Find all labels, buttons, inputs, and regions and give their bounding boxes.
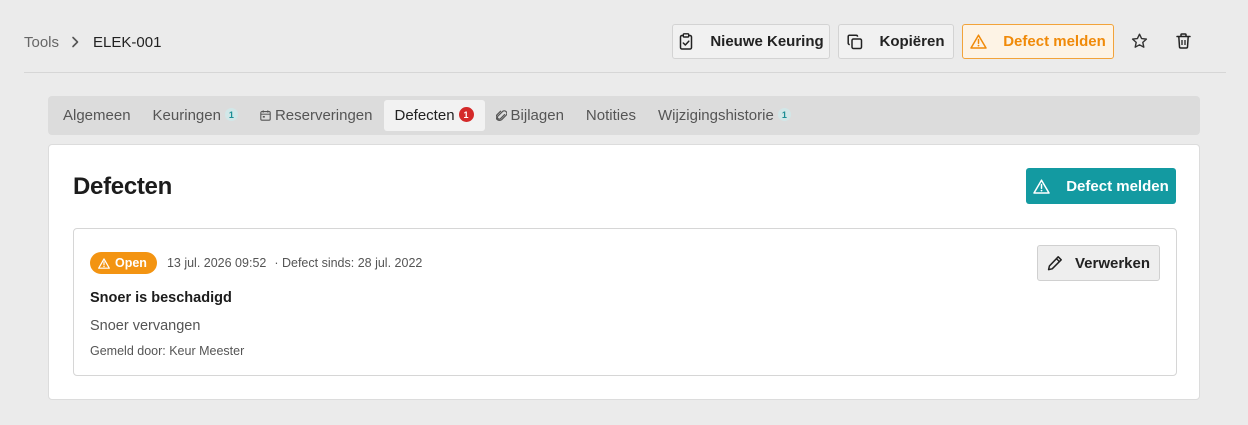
status-label: Open [115,256,147,270]
report-defect-label: Defect melden [1066,177,1169,195]
copy-button[interactable]: Kopiëren [838,24,954,59]
tab-algemeen[interactable]: Algemeen [52,100,142,131]
breadcrumb-current: ELEK-001 [93,33,162,51]
report-defect-button[interactable]: Defect melden [1026,168,1176,204]
tab-defecten[interactable]: Defecten 1 [383,100,485,131]
report-defect-header-label: Defect melden [1003,33,1106,50]
tab-keuringen[interactable]: Keuringen 1 [142,100,249,131]
page-title: Defecten [73,173,172,200]
breadcrumb: Tools ELEK-001 [24,32,161,52]
tab-label: Bijlagen [510,107,564,124]
copy-icon [847,33,863,49]
warning-icon [970,34,987,49]
defect-title: Snoer is beschadigd [90,290,232,306]
status-badge: Open [90,252,157,274]
tab-wijzigingshistorie[interactable]: Wijzigingshistorie 1 [647,100,802,131]
warning-icon [98,257,110,269]
tab-count-badge: 1 [458,107,474,122]
chevron-right-icon [71,36,79,48]
defects-panel: Defecten Defect melden Open 13 jul. 2026… [48,144,1200,400]
defect-since: · Defect sinds: 28 jul. 2022 [274,256,423,270]
favorite-star-icon[interactable] [1130,32,1148,50]
defect-timestamp: 13 jul. 2026 09:52 [166,256,267,270]
tab-bar: Algemeen Keuringen 1 Reserveringen Defec… [48,96,1200,135]
tab-count-badge: 1 [224,108,238,121]
clipboard-check-icon [680,33,693,50]
process-defect-button[interactable]: Verwerken [1037,245,1160,281]
tab-notities[interactable]: Notities [575,100,647,131]
defect-meta: Open 13 jul. 2026 09:52 · Defect sinds: … [90,252,422,274]
process-defect-label: Verwerken [1074,254,1151,272]
defect-reporter: Gemeld door: Keur Meester [90,344,245,358]
calendar-icon [260,110,271,121]
paperclip-icon [495,110,507,122]
warning-icon [1033,178,1050,194]
delete-trash-icon[interactable] [1174,32,1192,50]
new-inspection-button[interactable]: Nieuwe Keuring [672,24,830,59]
report-defect-header-button[interactable]: Defect melden [962,24,1114,59]
breadcrumb-root[interactable]: Tools [24,34,59,51]
tab-label: Defecten [394,107,455,124]
copy-label: Kopiëren [879,33,945,50]
tab-label: Wijzigingshistorie [657,107,774,124]
pencil-icon [1047,256,1062,271]
tab-reserveringen[interactable]: Reserveringen [249,100,384,131]
defect-item: Open 13 jul. 2026 09:52 · Defect sinds: … [73,228,1177,376]
new-inspection-label: Nieuwe Keuring [710,33,824,50]
tab-count-badge: 1 [777,108,791,121]
tab-label: Keuringen [152,107,221,124]
defect-description: Snoer vervangen [90,318,201,334]
tab-label: Reserveringen [274,107,373,124]
tab-label: Algemeen [63,107,131,124]
tab-bijlagen[interactable]: Bijlagen [485,100,575,131]
tab-label: Notities [585,107,636,124]
